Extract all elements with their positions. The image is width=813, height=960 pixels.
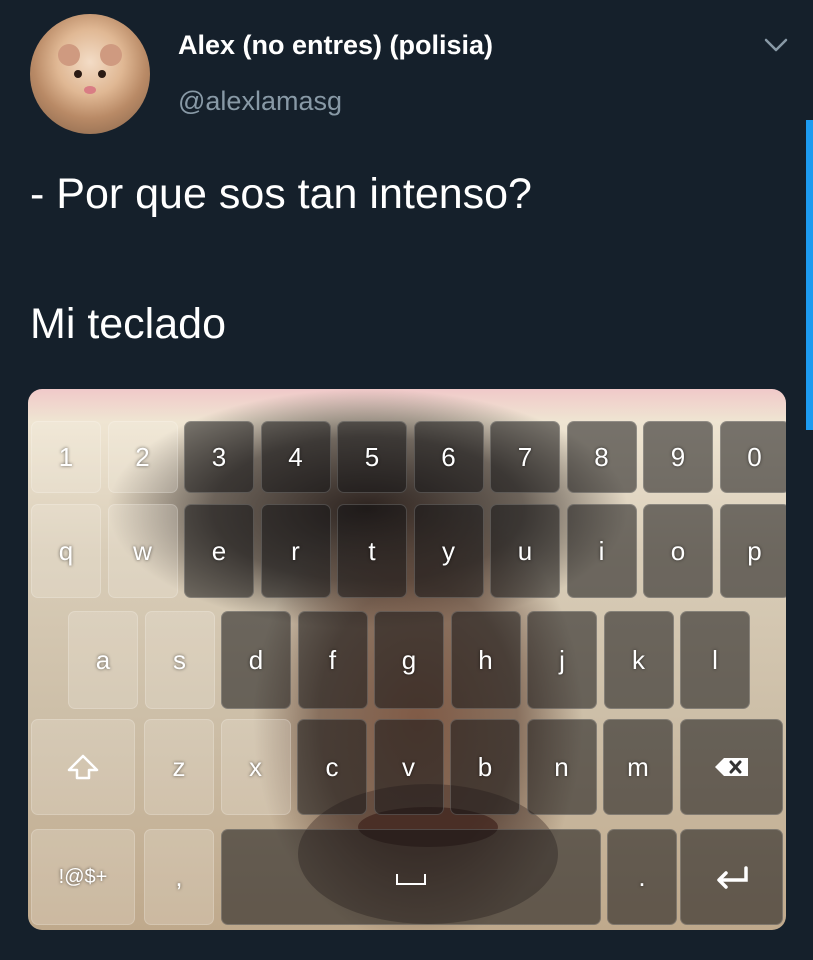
- key-d[interactable]: d: [221, 611, 291, 709]
- period-key[interactable]: .: [607, 829, 677, 925]
- key-2[interactable]: 2: [107, 421, 178, 493]
- key-e[interactable]: e: [184, 504, 254, 598]
- key-w[interactable]: w: [107, 504, 178, 598]
- key-l[interactable]: l: [680, 611, 750, 709]
- avatar-ear-left: [58, 44, 80, 66]
- enter-icon: [716, 866, 748, 889]
- key-8[interactable]: 8: [566, 421, 637, 493]
- tweet-text-line-2: Mi teclado: [30, 300, 226, 348]
- key-o[interactable]: o: [643, 504, 713, 598]
- key-g[interactable]: g: [374, 611, 444, 709]
- comma-key[interactable]: ,: [144, 829, 214, 925]
- key-z[interactable]: z: [144, 719, 214, 815]
- key-u[interactable]: u: [490, 504, 560, 598]
- key-v[interactable]: v: [373, 719, 444, 815]
- user-handle[interactable]: @alexlamasg: [178, 86, 342, 117]
- key-1[interactable]: 1: [31, 421, 101, 493]
- key-x[interactable]: x: [220, 719, 291, 815]
- key-s[interactable]: s: [144, 611, 215, 709]
- key-q[interactable]: q: [31, 504, 101, 598]
- tweet-text-line-1: - Por que sos tan intenso?: [30, 170, 532, 218]
- avatar[interactable]: [30, 14, 150, 134]
- enter-key[interactable]: [680, 829, 783, 925]
- avatar-eye-right: [98, 70, 106, 78]
- symbols-key[interactable]: !@$+: [31, 829, 135, 925]
- spacebar-key[interactable]: [221, 829, 601, 925]
- key-i[interactable]: i: [566, 504, 637, 598]
- key-4[interactable]: 4: [260, 421, 331, 493]
- shift-key[interactable]: [31, 719, 135, 815]
- avatar-ear-right: [100, 44, 122, 66]
- key-n[interactable]: n: [526, 719, 597, 815]
- chevron-down-icon[interactable]: [764, 35, 788, 55]
- key-3[interactable]: 3: [184, 421, 254, 493]
- key-t[interactable]: t: [337, 504, 407, 598]
- display-name[interactable]: Alex (no entres) (polisia): [178, 30, 493, 61]
- avatar-nose: [84, 86, 96, 94]
- key-5[interactable]: 5: [337, 421, 407, 493]
- key-c[interactable]: c: [297, 719, 367, 815]
- key-r[interactable]: r: [260, 504, 331, 598]
- key-b[interactable]: b: [450, 719, 520, 815]
- key-y[interactable]: y: [413, 504, 484, 598]
- tweet-media-image[interactable]: 1 2 3 4 5 6 7 8 9 0 q w e r t y u i o p a s d f g h j k l z x c v b n m !@$+…: [28, 389, 786, 930]
- scroll-indicator[interactable]: [806, 120, 813, 430]
- key-j[interactable]: j: [527, 611, 597, 709]
- keyboard-overlay: 1 2 3 4 5 6 7 8 9 0 q w e r t y u i o p a s d f g h j k l z x c v b n m !@$+…: [28, 389, 786, 930]
- key-7[interactable]: 7: [490, 421, 560, 493]
- key-f[interactable]: f: [297, 611, 368, 709]
- backspace-key[interactable]: [680, 719, 783, 815]
- spacebar-icon: [396, 874, 426, 885]
- key-h[interactable]: h: [450, 611, 521, 709]
- key-9[interactable]: 9: [643, 421, 713, 493]
- shift-arrow-icon: [67, 754, 99, 780]
- key-6[interactable]: 6: [413, 421, 484, 493]
- backspace-icon: [714, 758, 748, 776]
- key-p[interactable]: p: [719, 504, 786, 598]
- key-k[interactable]: k: [603, 611, 674, 709]
- key-0[interactable]: 0: [719, 421, 786, 493]
- key-a[interactable]: a: [68, 611, 138, 709]
- avatar-eye-left: [74, 70, 82, 78]
- key-m[interactable]: m: [603, 719, 673, 815]
